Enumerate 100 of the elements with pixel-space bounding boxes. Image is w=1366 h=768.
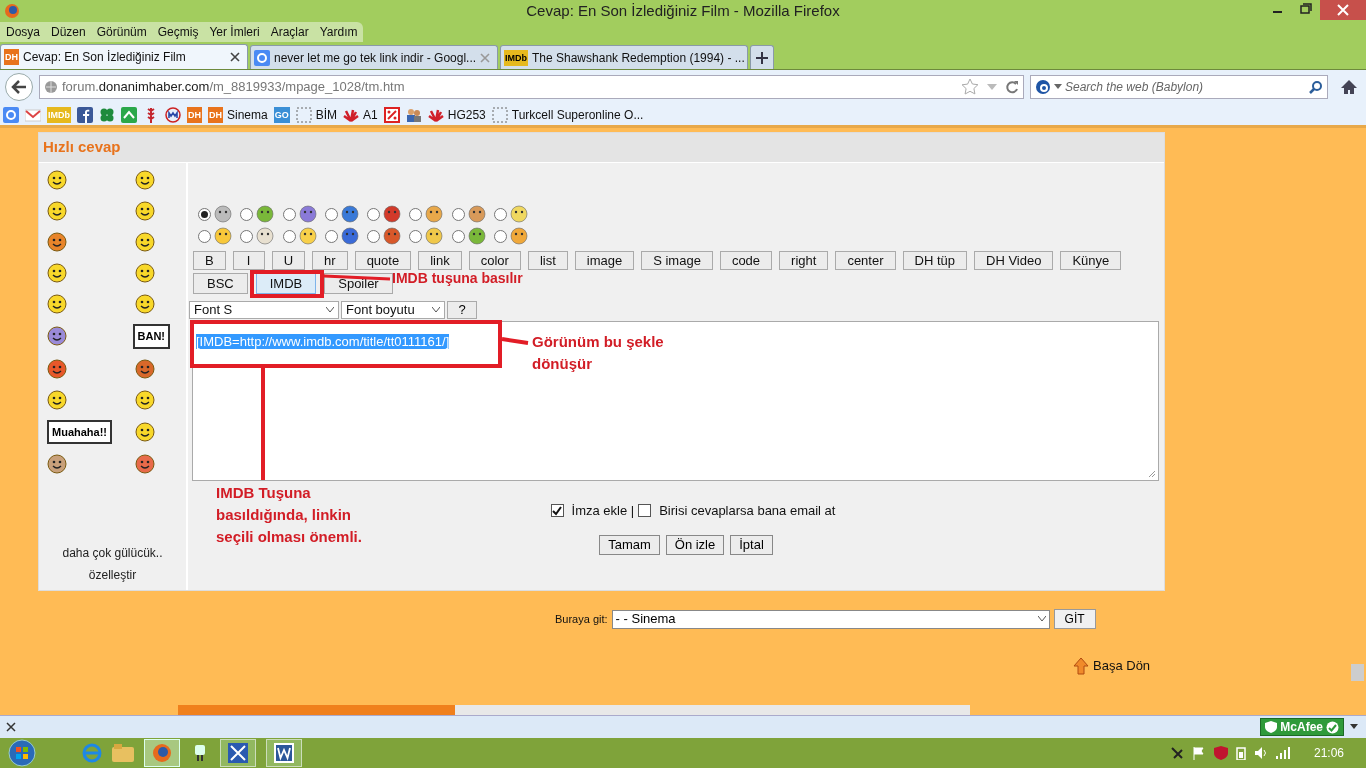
- back-to-top-link[interactable]: Başa Dön: [1093, 656, 1151, 676]
- radio-button[interactable]: [451, 229, 465, 243]
- radio-button[interactable]: [240, 229, 254, 243]
- post-icon[interactable]: [383, 205, 401, 223]
- toolbar-button[interactable]: Künye: [1060, 251, 1122, 270]
- smiley-icon[interactable]: [134, 358, 155, 379]
- dropdown-icon[interactable]: [1054, 84, 1062, 90]
- smiley-icon[interactable]: [47, 170, 67, 190]
- toolbar-button[interactable]: S image: [641, 251, 713, 270]
- toolbar-button[interactable]: quote: [354, 251, 412, 270]
- security-badge[interactable]: McAfee: [1260, 718, 1344, 736]
- search-icon[interactable]: [1309, 80, 1323, 94]
- radio-button[interactable]: [493, 229, 507, 243]
- post-icon[interactable]: [298, 227, 317, 245]
- menu-item[interactable]: Dosya: [6, 23, 40, 41]
- smiley-icon[interactable]: [134, 232, 155, 252]
- smiley-icon[interactable]: [134, 389, 155, 410]
- browser-tab[interactable]: DH Cevap: En Son İzlediğiniz Film: [0, 44, 248, 69]
- reload-icon[interactable]: [1005, 80, 1019, 94]
- radio-button[interactable]: [198, 207, 211, 221]
- checkbox[interactable]: [638, 504, 652, 518]
- post-icon[interactable]: [340, 205, 359, 223]
- smiley-icon[interactable]: [47, 232, 67, 252]
- toolbar-button[interactable]: hr: [312, 251, 348, 270]
- post-icon[interactable]: [425, 227, 444, 245]
- smiley-icon[interactable]: [47, 263, 67, 283]
- radio-button[interactable]: [282, 207, 296, 221]
- toolbar-button[interactable]: IMDB: [255, 273, 317, 294]
- speaker-icon[interactable]: [1253, 746, 1268, 760]
- menu-item[interactable]: Yer İmleri: [209, 23, 260, 41]
- radio-button[interactable]: [409, 207, 423, 221]
- post-icon[interactable]: [298, 205, 317, 223]
- close-icon[interactable]: [1320, 0, 1366, 20]
- radio-button[interactable]: [451, 207, 465, 221]
- radio-button[interactable]: [324, 207, 338, 221]
- home-icon[interactable]: [1340, 79, 1358, 95]
- customize-link[interactable]: özelleştir: [88, 566, 137, 584]
- percent-icon[interactable]: [383, 106, 400, 123]
- sign-emoticon[interactable]: BAN!: [132, 324, 170, 349]
- close-icon[interactable]: [6, 722, 16, 732]
- smiley-icon[interactable]: [134, 263, 155, 283]
- dropdown[interactable]: Font boyutu: [341, 301, 445, 319]
- toolbar-button[interactable]: BSC: [193, 273, 248, 294]
- bookmark-link[interactable]: BİM: [315, 105, 338, 124]
- radio-button[interactable]: [240, 207, 254, 221]
- checkbox[interactable]: [550, 504, 564, 518]
- bookmark-link[interactable]: Sinema: [227, 105, 268, 124]
- toolbar-button[interactable]: B: [193, 251, 226, 270]
- post-icon[interactable]: [467, 227, 486, 245]
- toolbar-button[interactable]: center: [835, 251, 896, 270]
- smiley-icon[interactable]: [47, 326, 67, 347]
- toolbar-button[interactable]: color: [468, 251, 521, 270]
- toolbar-button[interactable]: image: [574, 251, 635, 270]
- more-smileys-link[interactable]: daha çok gülücük..: [62, 544, 163, 562]
- bookmark-link[interactable]: HG253: [447, 105, 486, 124]
- action-button[interactable]: İptal: [730, 534, 773, 555]
- battery-icon[interactable]: [1235, 746, 1246, 760]
- toolbar-button[interactable]: DH Video: [974, 251, 1054, 270]
- taskbar-button[interactable]: [266, 739, 302, 767]
- google-icon[interactable]: [3, 106, 19, 123]
- search-field[interactable]: Search the web (Babylon): [1030, 75, 1328, 99]
- post-icon[interactable]: [256, 227, 275, 245]
- go-button[interactable]: GİT: [1053, 609, 1096, 629]
- m-icon[interactable]: [165, 106, 181, 123]
- smiley-icon[interactable]: [134, 294, 155, 314]
- flag-icon[interactable]: [1191, 746, 1206, 760]
- radio-button[interactable]: [324, 229, 338, 243]
- radio-button[interactable]: [367, 229, 380, 243]
- post-icon[interactable]: [340, 227, 359, 245]
- forum-dropdown[interactable]: - - Sinema: [611, 609, 1050, 629]
- smiley-icon[interactable]: [47, 389, 67, 410]
- bookmark-link[interactable]: A1: [363, 105, 378, 124]
- smiley-icon[interactable]: [47, 294, 67, 314]
- facebook-icon[interactable]: [77, 106, 93, 123]
- dropdown-icon[interactable]: [1350, 724, 1358, 730]
- browser-tab[interactable]: never let me go tek link indir - Googl...: [250, 45, 498, 69]
- menu-item[interactable]: Yardım: [319, 23, 358, 41]
- post-icon[interactable]: [509, 227, 528, 245]
- post-icon[interactable]: [383, 227, 401, 245]
- new-tab-button[interactable]: [750, 45, 774, 69]
- toolbar-button[interactable]: I: [232, 251, 265, 270]
- post-icon[interactable]: [509, 205, 528, 223]
- bookmark-link[interactable]: Turkcell Superonline O...: [511, 105, 644, 124]
- action-button[interactable]: Ön izle: [665, 534, 725, 555]
- sign-emoticon[interactable]: Muahaha!!: [47, 419, 112, 444]
- resize-grip-icon[interactable]: [1148, 470, 1156, 478]
- toolbar-button[interactable]: code: [719, 251, 773, 270]
- menu-item[interactable]: Görünüm: [96, 23, 147, 41]
- post-icon[interactable]: [214, 227, 232, 245]
- toolbar-button[interactable]: DH tüp: [902, 251, 967, 270]
- star-icon[interactable]: [961, 78, 979, 96]
- toolbar-button[interactable]: link: [418, 251, 462, 270]
- toolbar-button[interactable]: right: [779, 251, 829, 270]
- gmail-icon[interactable]: [25, 106, 41, 123]
- signal-icon[interactable]: [1275, 747, 1292, 759]
- scrollbar-thumb[interactable]: [1351, 664, 1364, 681]
- help-button[interactable]: ?: [447, 301, 477, 319]
- smiley-icon[interactable]: [134, 421, 155, 442]
- radio-button[interactable]: [282, 229, 296, 243]
- clover-icon[interactable]: [99, 106, 115, 123]
